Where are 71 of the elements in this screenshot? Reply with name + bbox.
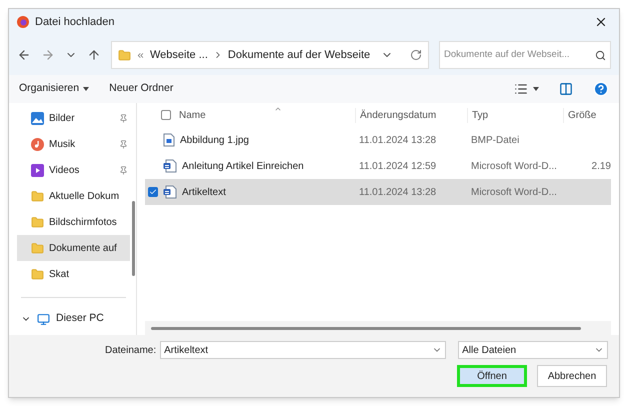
column-header[interactable]: Änderungsdatum (355, 108, 467, 122)
file-row[interactable]: Artikeltext 11.01.2024 13:28 Microsoft Word-D... (145, 179, 611, 205)
breadcrumb[interactable]: Webseite ... (150, 46, 208, 64)
app-logo-icon (17, 16, 29, 28)
folder-icon (118, 48, 131, 62)
column-header[interactable]: Typ (467, 108, 563, 122)
preview-pane-button[interactable] (559, 82, 573, 96)
scrollbar-thumb[interactable] (151, 326, 581, 330)
pin-icon[interactable] (119, 166, 128, 174)
select-all-checkbox[interactable] (161, 110, 171, 120)
up-button[interactable] (87, 48, 101, 62)
window-title: Datei hochladen (35, 14, 115, 30)
sidebar-item[interactable]: Musik (17, 131, 130, 157)
help-button[interactable] (593, 81, 609, 97)
sidebar-item[interactable]: Bilder (17, 105, 130, 131)
filename-field[interactable]: Artikeltext (160, 341, 446, 359)
folder-icon (31, 242, 44, 254)
file-row[interactable]: Anleitung Artikel Einreichen 11.01.2024 12:59 Microsoft Word-D... 2.19 (145, 153, 611, 179)
forward-button[interactable] (41, 48, 55, 62)
word-file-icon (163, 185, 177, 199)
caret-icon (83, 87, 90, 91)
monitor-icon (37, 312, 50, 326)
folder-icon (31, 268, 44, 280)
pin-icon[interactable] (119, 140, 128, 148)
type-cell-text: Microsoft Word-D... (470, 160, 558, 174)
sidebar-item[interactable]: Dokumente auf (17, 235, 130, 261)
type-cell-text: Microsoft Word-D... (470, 186, 558, 200)
sidebar-item[interactable]: Skat (17, 261, 130, 287)
pictures-icon (31, 112, 44, 124)
file-row[interactable]: Abbildung 1.jpg 11.01.2024 13:28 BMP-Datei (145, 127, 611, 153)
scrollbar-thumb[interactable] (132, 201, 135, 276)
list-view-icon[interactable] (514, 82, 528, 96)
type-cell-text: BMP-Datei (470, 134, 520, 148)
dialog-button[interactable]: Abbrechen (537, 365, 607, 387)
folder-icon (31, 190, 44, 202)
date-cell-text: 11.01.2024 12:59 (358, 160, 438, 174)
sidebar-item[interactable]: Bildschirmfotos (17, 209, 130, 235)
search-field[interactable]: Dokumente auf der Webseit... (444, 48, 593, 62)
folder-icon (31, 216, 44, 228)
pin-icon[interactable] (119, 114, 128, 122)
date-cell-text: 11.01.2024 13:28 (358, 134, 438, 148)
row-checkbox[interactable] (148, 187, 158, 197)
column-header[interactable]: Größe (563, 108, 611, 122)
column-header[interactable]: Name (179, 108, 206, 122)
file-name: Anleitung Artikel Einreichen (182, 160, 304, 174)
search-icon (595, 50, 606, 60)
address-bar[interactable]: Webseite ... Dokumente auf der Webseite (111, 41, 429, 69)
refresh-icon[interactable] (410, 49, 422, 61)
organize-button[interactable]: Organisieren (19, 81, 90, 97)
file-type-dropdown[interactable]: Alle Dateien (458, 341, 608, 359)
sidebar-item[interactable]: Dieser PC (17, 308, 130, 330)
date-cell-text: 11.01.2024 13:28 (358, 186, 438, 200)
sidebar-item[interactable]: Videos (17, 157, 130, 183)
double-chevron-icon[interactable] (136, 50, 145, 60)
sidebar-item[interactable]: Aktuelle Dokum (17, 183, 130, 209)
dialog-button[interactable]: Öffnen (457, 365, 527, 387)
file-name: Abbildung 1.jpg (180, 134, 249, 148)
breadcrumb[interactable]: Dokumente auf der Webseite (228, 46, 370, 64)
caret-icon (533, 87, 539, 91)
search-box[interactable]: Dokumente auf der Webseit... (439, 41, 611, 69)
view-button[interactable] (514, 82, 539, 96)
sort-icon (274, 105, 282, 113)
filename-label: Dateiname: (105, 344, 156, 358)
video-icon (31, 164, 44, 176)
image-file-icon (163, 133, 175, 147)
file-name: Artikeltext (182, 186, 226, 200)
music-icon (31, 138, 44, 150)
back-button[interactable] (17, 48, 31, 62)
size-cell-text: 2.19 (590, 160, 611, 174)
new-folder-button[interactable]: Neuer Ordner (109, 81, 174, 97)
word-file-icon (163, 159, 177, 173)
